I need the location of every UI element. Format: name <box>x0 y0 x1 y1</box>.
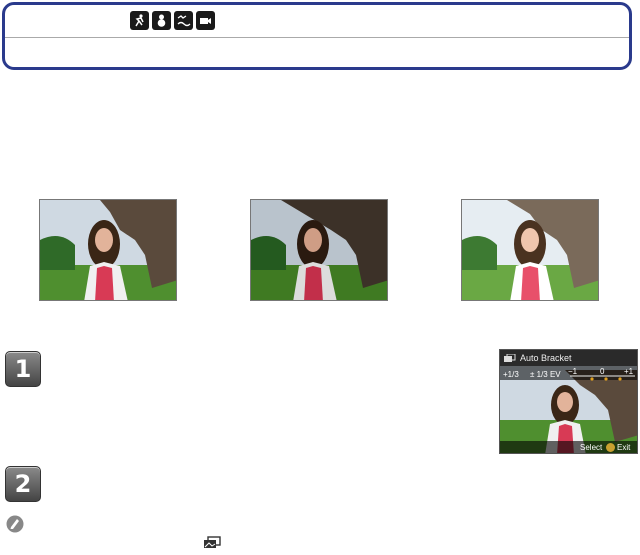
screen-scale-minus: −1 <box>568 367 578 376</box>
auto-bracket-screen: Auto Bracket +1/3 ± 1/3 EV −1 0 +1 Selec… <box>499 349 638 454</box>
photo-underexposed <box>250 199 388 301</box>
running-person-icon <box>130 11 149 30</box>
screen-ev-label: ± 1/3 EV <box>530 370 561 379</box>
screen-menu-set-icon <box>606 443 615 452</box>
screen-scale-plus: +1 <box>624 367 634 376</box>
step-2-badge: 2 <box>5 466 41 502</box>
photo-overexposed <box>461 199 599 301</box>
screen-scale-zero: 0 <box>600 367 605 376</box>
note-icon <box>6 515 24 533</box>
screen-step-value: +1/3 <box>503 370 519 379</box>
screen-footer-exit: Exit <box>617 443 631 452</box>
snowman-icon <box>152 11 171 30</box>
mode-icons <box>130 11 215 30</box>
step-1-badge: 1 <box>5 351 41 387</box>
step-1-number: 1 <box>14 355 32 383</box>
movie-camera-icon <box>196 11 215 30</box>
step-2-number: 2 <box>14 470 32 498</box>
bird-wave-icon <box>174 11 193 30</box>
applicable-modes-box <box>2 2 632 70</box>
screen-title: Auto Bracket <box>520 353 572 363</box>
auto-bracket-icon <box>203 536 223 550</box>
screen-bracket-icon <box>504 353 516 363</box>
screen-footer-select: Select <box>580 443 603 452</box>
screen-title-bar: Auto Bracket <box>500 350 637 366</box>
photo-standard <box>39 199 177 301</box>
modes-row <box>5 5 629 38</box>
